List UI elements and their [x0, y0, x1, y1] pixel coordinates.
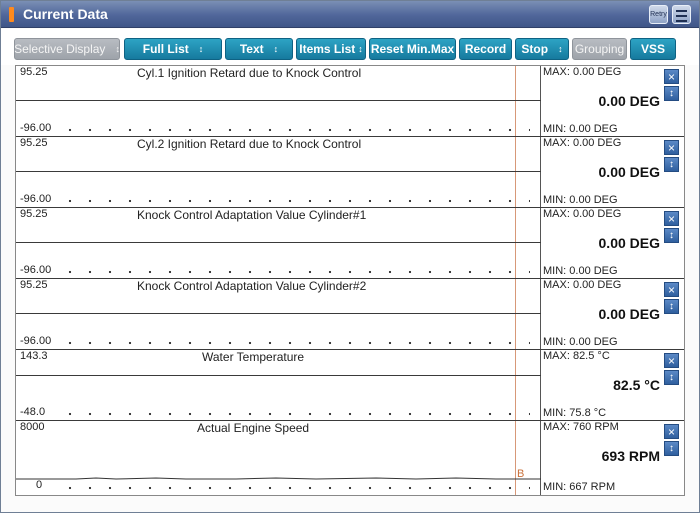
dropdown-arrow-icon: ↕ — [198, 44, 204, 54]
selective-display-label: Selective Display — [14, 42, 106, 56]
close-icon[interactable]: × — [664, 69, 679, 84]
stat-current: 0.00 DEG — [598, 235, 660, 251]
vss-label: VSS — [640, 42, 665, 56]
graph-row: 95.25 Knock Control Adaptation Value Cyl… — [16, 279, 684, 350]
stat-max: MAX: 0.00 DEG — [543, 208, 622, 220]
data-trace — [16, 313, 541, 314]
time-grid-dots — [60, 126, 530, 134]
time-grid-dots — [60, 268, 530, 276]
dropdown-arrow-icon: ↕ — [358, 44, 363, 54]
axis-min-label: -96.00 — [20, 193, 52, 205]
axis-max-label: 143.3 — [20, 350, 48, 362]
time-grid-dots — [60, 484, 530, 492]
graph-title: Water Temperature — [202, 350, 305, 364]
full-list-label: Full List — [142, 42, 189, 56]
stat-current: 693 RPM — [601, 448, 660, 464]
graph-area: 95.25 Cyl.1 Ignition Retard due to Knock… — [15, 65, 685, 496]
data-trace — [16, 100, 541, 101]
stat-max: MAX: 0.00 DEG — [543, 279, 622, 291]
reorder-icon[interactable]: ↕ — [664, 441, 679, 456]
axis-max-label: 8000 — [20, 421, 45, 433]
stat-current: 0.00 DEG — [598, 93, 660, 109]
graph-row: 8000 Actual Engine Speed 0 MAX: 760 RPM … — [16, 421, 684, 495]
dropdown-arrow-icon: ↕ — [115, 44, 120, 54]
graph-title: Knock Control Adaptation Value Cylinder#… — [137, 279, 367, 293]
retry-icon[interactable]: Retry — [649, 5, 668, 24]
window-title: Current Data — [23, 6, 108, 22]
items-list-label: Items List — [299, 42, 356, 56]
stat-max: MAX: 760 RPM — [543, 421, 619, 433]
stat-min: MIN: 0.00 DEG — [543, 265, 618, 277]
stat-max: MAX: 0.00 DEG — [543, 137, 622, 149]
stat-min: MIN: 0.00 DEG — [543, 123, 618, 135]
dropdown-arrow-icon: ↕ — [558, 44, 563, 54]
text-button[interactable]: Text ↕ — [225, 38, 293, 60]
axis-min-label: -96.00 — [20, 335, 52, 347]
close-icon[interactable]: × — [664, 140, 679, 155]
time-grid-dots — [60, 410, 530, 418]
data-trace — [16, 375, 541, 376]
title-bar: Current Data Retry — [1, 1, 699, 28]
full-list-button[interactable]: Full List ↕ — [124, 38, 222, 60]
stat-max: MAX: 0.00 DEG — [543, 66, 622, 78]
stop-button[interactable]: Stop ↕ — [515, 38, 569, 60]
axis-max-label: 95.25 — [20, 208, 48, 220]
graph-row: 95.25 Cyl.1 Ignition Retard due to Knock… — [16, 66, 684, 137]
reset-min-max-button[interactable]: Reset Min.Max — [369, 38, 456, 60]
toolbar: Selective Display ↕ Full List ↕ Text ↕ Item… — [1, 29, 699, 65]
reorder-icon[interactable]: ↕ — [664, 370, 679, 385]
close-icon[interactable]: × — [664, 282, 679, 297]
stat-current: 82.5 °C — [613, 377, 660, 393]
vss-button[interactable]: VSS — [630, 38, 676, 60]
axis-min-label: -96.00 — [20, 122, 52, 134]
axis-min-label: -96.00 — [20, 264, 52, 276]
title-accent-mark — [9, 7, 14, 22]
selective-display-button[interactable]: Selective Display ↕ — [14, 38, 120, 60]
axis-max-label: 95.25 — [20, 137, 48, 149]
axis-max-label: 95.25 — [20, 279, 48, 291]
close-icon[interactable]: × — [664, 353, 679, 368]
reset-min-max-label: Reset Min.Max — [370, 42, 455, 56]
graph-title: Knock Control Adaptation Value Cylinder#… — [137, 208, 367, 222]
time-grid-dots — [60, 339, 530, 347]
rpm-data-trace — [16, 477, 541, 480]
stat-current: 0.00 DEG — [598, 164, 660, 180]
items-list-button[interactable]: Items List ↕ — [296, 38, 366, 60]
dropdown-arrow-icon: ↕ — [273, 44, 279, 54]
graph-row: 95.25 Cyl.2 Ignition Retard due to Knock… — [16, 137, 684, 208]
grouping-label: Grouping — [574, 42, 625, 56]
reorder-icon[interactable]: ↕ — [664, 86, 679, 101]
data-trace — [16, 171, 541, 172]
reorder-icon[interactable]: ↕ — [664, 157, 679, 172]
record-label: Record — [464, 42, 507, 56]
stat-min: MIN: 667 RPM — [543, 481, 616, 493]
reorder-icon[interactable]: ↕ — [664, 299, 679, 314]
record-marker-label: B — [517, 468, 525, 480]
stat-current: 0.00 DEG — [598, 306, 660, 322]
stat-min: MIN: 0.00 DEG — [543, 336, 618, 348]
record-button[interactable]: Record — [459, 38, 512, 60]
grouping-button[interactable]: Grouping — [572, 38, 627, 60]
stat-max: MAX: 82.5 °C — [543, 350, 610, 362]
graph-title: Cyl.1 Ignition Retard due to Knock Contr… — [137, 66, 362, 80]
time-grid-dots — [60, 197, 530, 205]
data-trace — [16, 242, 541, 243]
stat-min: MIN: 0.00 DEG — [543, 194, 618, 206]
reorder-icon[interactable]: ↕ — [664, 228, 679, 243]
axis-min-label: -48.0 — [20, 406, 46, 418]
close-icon[interactable]: × — [664, 424, 679, 439]
graph-row: 95.25 Knock Control Adaptation Value Cyl… — [16, 208, 684, 279]
text-label: Text — [239, 42, 264, 56]
stat-min: MIN: 75.8 °C — [543, 407, 607, 419]
retry-label: Retry — [650, 11, 667, 18]
current-data-window: Current Data Retry Selective Display ↕ Fu… — [0, 0, 700, 513]
graph-title: Actual Engine Speed — [197, 421, 310, 435]
graph-title: Cyl.2 Ignition Retard due to Knock Contr… — [137, 137, 362, 151]
graph-row: 143.3 Water Temperature -48.0 MAX: 82.5 … — [16, 350, 684, 421]
menu-icon[interactable] — [672, 5, 691, 24]
stop-label: Stop — [521, 42, 549, 56]
close-icon[interactable]: × — [664, 211, 679, 226]
axis-max-label: 95.25 — [20, 66, 48, 78]
